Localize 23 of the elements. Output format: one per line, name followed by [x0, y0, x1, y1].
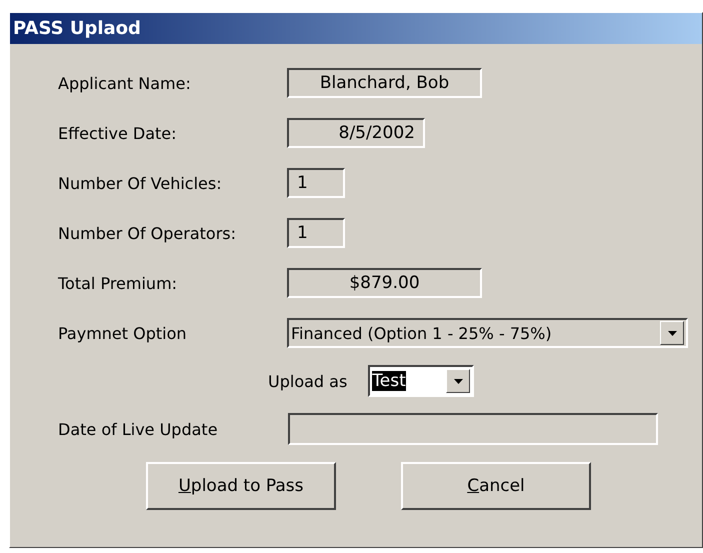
dropdown-arrow-icon — [454, 378, 463, 384]
dropdown-button[interactable] — [446, 369, 470, 393]
readonly-field: Blanchard, Bob — [287, 68, 482, 98]
field-label: Upload as — [268, 372, 348, 390]
input-field[interactable] — [288, 413, 658, 445]
upload-type-dropdown[interactable]: Test — [368, 365, 474, 397]
window-title: PASS Uplaod — [10, 13, 702, 44]
field-label: Applicant Name: — [58, 74, 192, 92]
field-label: Effective Date: — [58, 124, 178, 142]
field-label: Total Premium: — [58, 274, 178, 292]
field-label: Number Of Operators: — [58, 224, 238, 242]
field-label: Date of Live Update — [58, 420, 218, 438]
dropdown-arrow-icon — [668, 330, 676, 336]
dropdown-button[interactable] — [660, 321, 684, 345]
payment-dropdown[interactable]: Financed (Option 1 - 25% - 75%) — [287, 318, 688, 348]
upload-button[interactable]: Upload to Pass — [146, 462, 336, 510]
field-label: Paymnet Option — [58, 324, 188, 342]
field-label: Number Of Vehicles: — [58, 174, 223, 192]
cancel-button[interactable]: Cancel — [401, 462, 591, 510]
readonly-field: $879.00 — [287, 268, 482, 298]
readonly-field: 1 — [287, 218, 345, 248]
readonly-field: 1 — [287, 168, 345, 198]
readonly-field: 8/5/2002 — [287, 118, 425, 148]
